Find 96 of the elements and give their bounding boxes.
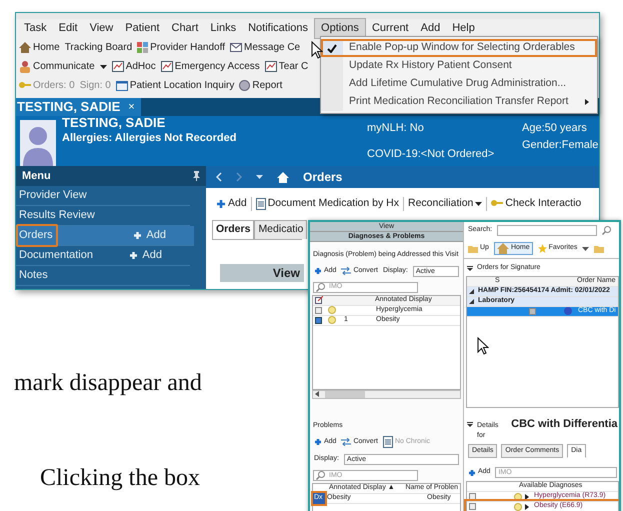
patient-gender: Gender:Female [522,138,598,152]
toolbar-button[interactable]: Home [19,40,60,55]
caret-icon[interactable] [100,64,107,68]
checkbox[interactable] [469,503,476,510]
toolbar-button[interactable]: AdHoc [112,59,156,74]
menu-item[interactable]: Edit [52,19,84,38]
patient-tab[interactable]: TESTING, SADIE × [16,98,141,116]
plus-icon [216,198,226,209]
document-icon [382,436,393,448]
checkmark-icon [327,44,337,52]
grid-icon [137,42,148,53]
checkbox[interactable] [315,316,322,324]
chart-icon [160,61,173,72]
menu-item[interactable]: Links [204,19,242,38]
toolbar-button[interactable]: Patient Location Inquiry [116,78,234,93]
key-icon [19,80,31,90]
covid-status: COVID-19:<Not Ordered> [367,146,496,162]
menu-list-item[interactable]: Documentation Add [16,246,190,266]
menu-item[interactable]: Notifications [242,19,314,38]
menu-item[interactable]: Add Lifetime Cumulative Drug Administration... [321,75,597,93]
toolbar-button[interactable]: Reconciliation [408,196,482,212]
toolbar-button[interactable]: Tracking Board [64,40,132,55]
plus-icon [314,438,322,446]
toolbar-button[interactable]: Tear C [264,59,308,74]
back-button[interactable] [216,172,222,182]
menu-item[interactable]: Chart [166,19,204,38]
add-link[interactable]: Add [133,227,166,244]
pin-icon[interactable] [193,171,200,181]
window-icon [116,80,128,90]
plus-icon [133,231,142,240]
chart-icon [264,61,277,72]
search-icon [316,471,325,480]
menu-title: Menu [22,168,51,184]
menu-item[interactable]: Help [446,19,481,38]
disc-icon [239,80,250,91]
menu-item[interactable]: Patient [119,19,166,38]
callout-frame [16,224,58,247]
folder-icon [594,244,604,252]
folder-icon [468,244,478,252]
key-icon [491,198,504,209]
toolbar-button[interactable]: Add [216,196,247,212]
arrows-icon [341,267,352,275]
document-icon [256,198,266,210]
house-icon [19,42,31,53]
body-text: Clicking the box [40,464,200,493]
plus-icon [129,251,138,260]
caret-icon[interactable] [582,246,590,250]
toolbar-button[interactable]: Communicate [19,59,95,74]
search-icon [316,282,325,292]
caret-icon[interactable] [475,202,482,206]
menu-item[interactable]: Enable Pop-up Window for Selecting Orderables [321,39,597,57]
collapse-icon[interactable] [467,266,473,271]
menu-list-item[interactable]: Notes [16,266,190,286]
order-title: CBC with Differentia [511,416,618,432]
menu-list-item[interactable]: Orders Add [16,226,194,246]
envelope-icon [230,43,242,52]
search-icon[interactable] [602,226,612,235]
menu-item[interactable]: Task [18,19,53,38]
body-text: mark disappear and [14,369,202,398]
plus-icon [314,267,322,275]
house-icon[interactable] [277,172,289,182]
menu-item[interactable]: Add [414,19,446,38]
toolbar-button[interactable]: Document Medication by Hx [256,196,399,212]
toolbar-button[interactable]: Report [239,78,282,93]
toolbar-button[interactable]: Emergency Access [160,59,260,74]
cursor-icon [477,336,489,354]
toolbar-button[interactable]: Check Interactio [491,196,582,212]
search-field[interactable] [497,225,598,236]
tab[interactable]: Medicatio [254,220,308,238]
close-button[interactable]: × [128,98,135,116]
toolbar-button[interactable]: Message Ce [230,40,300,55]
arrows-icon [341,438,352,446]
add-link[interactable]: Add [129,247,162,264]
menu-item[interactable]: Update Rx History Patient Consent [321,57,597,75]
toolbar-button[interactable]: Provider Handoff [137,40,225,55]
chart-icon [112,61,124,72]
submenu-arrow-icon [585,99,589,105]
plus-icon [468,468,476,476]
menu-item[interactable]: Print Medication Reconciliation Transfer Report [321,93,597,111]
checkbox[interactable] [315,306,322,314]
collapse-icon[interactable] [467,422,473,426]
star-icon [538,244,547,253]
house-icon [496,243,509,254]
avatar-silhouette-icon [20,120,56,166]
tab[interactable]: Orders [212,220,254,238]
menu-item[interactable]: Current [366,19,415,38]
menu-item[interactable]: View [84,19,120,38]
menu-list-item[interactable]: Provider View [16,186,190,206]
scroll-arrow-icon[interactable] [315,391,319,397]
portal-status: myNLH: No [367,121,425,136]
table-header: View [220,264,304,282]
page-title: Orders [303,169,342,186]
patient-name: TESTING, SADIE [62,116,166,130]
person-icon [19,60,31,72]
patient-age: Age:50 years [522,121,588,136]
allergies-text: Allergies: Allergies Not Recorded [62,131,238,146]
